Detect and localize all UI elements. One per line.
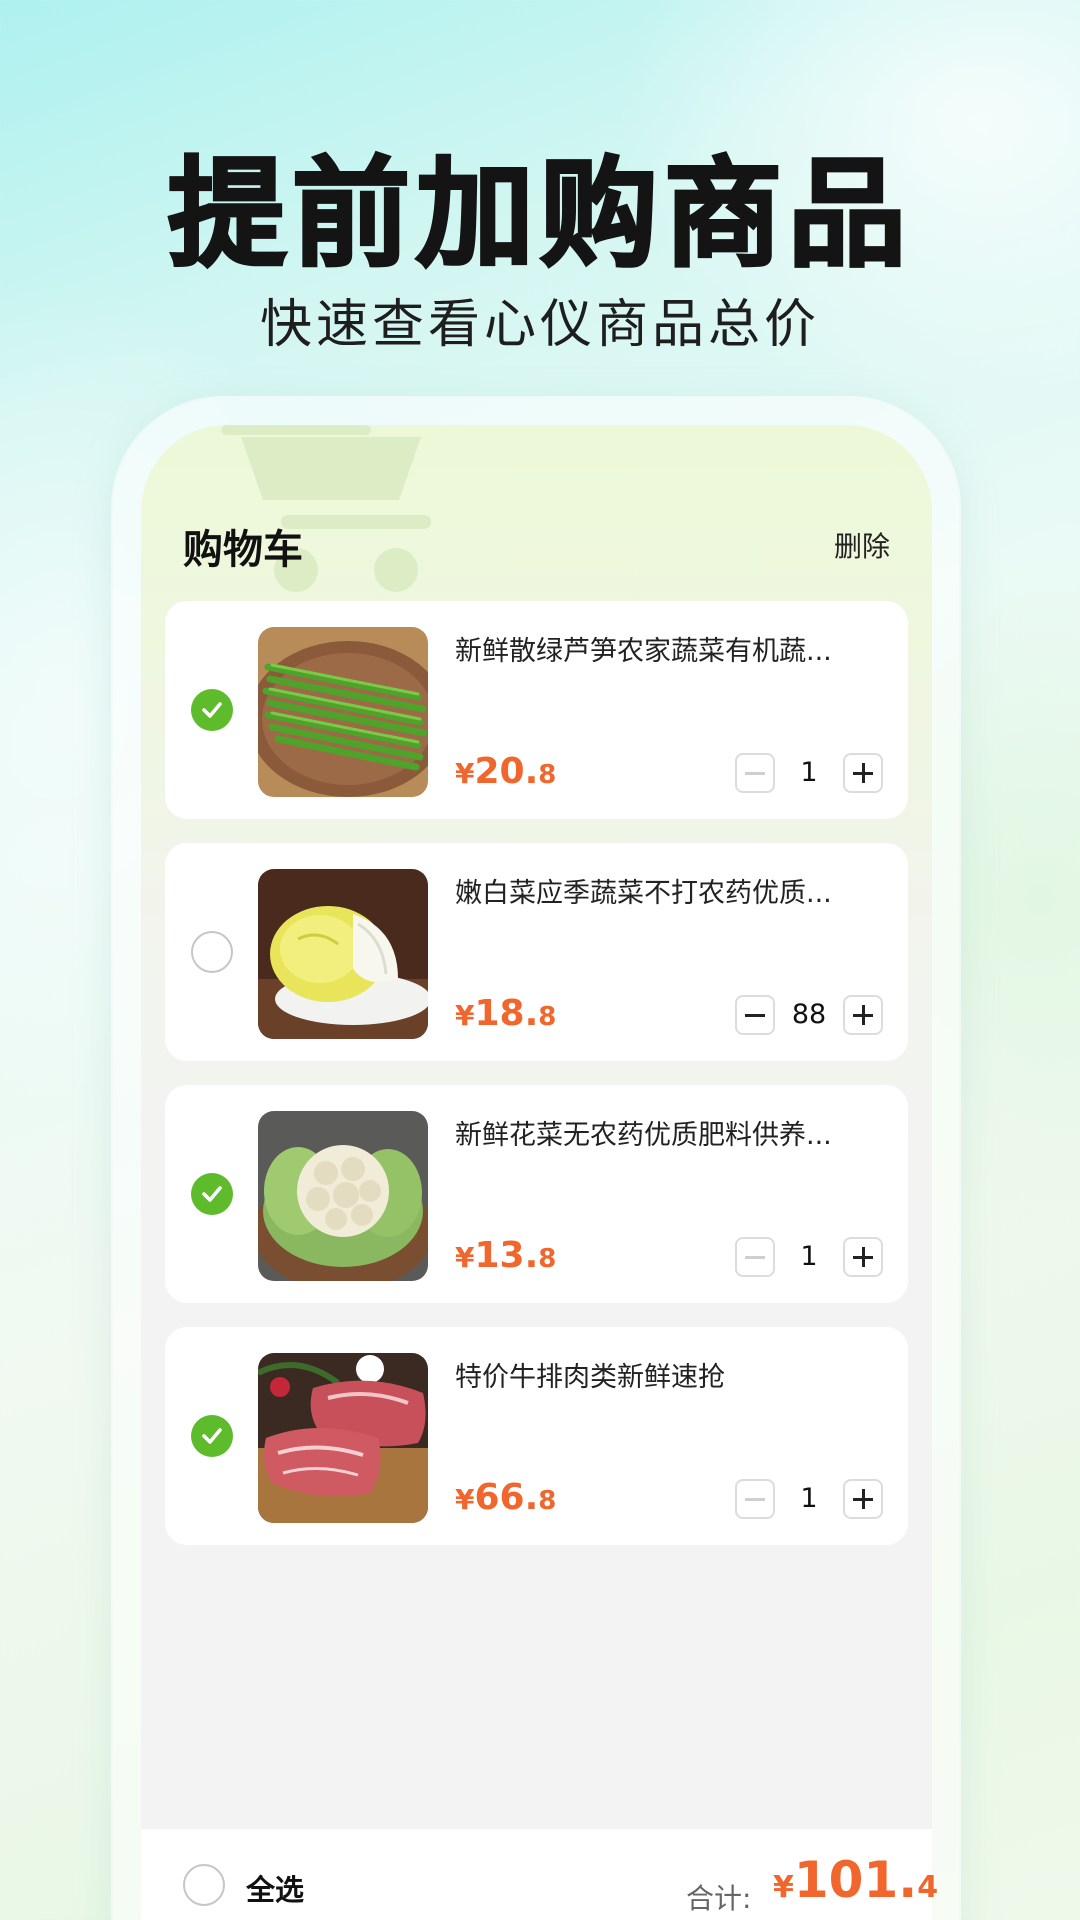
price-integer: 20. — [474, 751, 539, 792]
price-currency: ¥ — [455, 999, 475, 1032]
product-price: ¥20.8 — [455, 751, 556, 792]
product-image-asparagus[interactable] — [258, 627, 428, 797]
cart-watermark-icon — [221, 425, 431, 592]
price-decimal: 8 — [538, 1244, 557, 1274]
checkout-bar: 全选 合计: ¥101.4 — [141, 1829, 938, 1920]
minus-icon — [745, 1497, 765, 1501]
quantity-value[interactable]: 1 — [777, 1241, 841, 1272]
product-image-steak[interactable] — [258, 1353, 428, 1523]
checkmark-icon — [202, 1428, 222, 1444]
quantity-stepper: 88 — [735, 995, 883, 1035]
checkmark-icon — [202, 1186, 222, 1202]
price-integer: 13. — [474, 1235, 539, 1276]
cart-title: 购物车 — [183, 527, 303, 573]
product-name[interactable]: 新鲜花菜无农药优质肥料供养... — [455, 1113, 875, 1152]
checkmark-icon — [202, 702, 222, 718]
price-currency: ¥ — [455, 1483, 475, 1516]
product-price: ¥66.8 — [455, 1477, 556, 1518]
quantity-stepper: 1 — [735, 753, 883, 793]
quantity-value[interactable]: 88 — [777, 999, 841, 1030]
increase-button[interactable] — [843, 1237, 883, 1277]
product-image-napa-cabbage[interactable] — [258, 869, 428, 1039]
delete-button[interactable]: 删除 — [834, 525, 890, 565]
price-decimal: 8 — [538, 1486, 557, 1516]
increase-button[interactable] — [843, 753, 883, 793]
price-currency: ¥ — [455, 757, 475, 790]
promo-subline: 快速查看心仪商品总价 — [259, 295, 820, 355]
total-currency: ¥ — [773, 1870, 794, 1905]
item-checkbox-checked[interactable] — [191, 1415, 233, 1457]
quantity-stepper: 1 — [735, 1237, 883, 1277]
total-integer: 101. — [793, 1851, 918, 1909]
minus-icon — [745, 1013, 765, 1017]
decrease-button[interactable] — [735, 995, 775, 1035]
cart-item: 嫩白菜应季蔬菜不打农药优质... ¥18.8 88 — [165, 843, 908, 1061]
item-checkbox-checked[interactable] — [191, 1173, 233, 1215]
price-decimal: 8 — [538, 760, 557, 790]
total-decimal: 4 — [917, 1870, 939, 1905]
item-checkbox-checked[interactable] — [191, 689, 233, 731]
product-image-cauliflower[interactable] — [258, 1111, 428, 1281]
select-all-checkbox[interactable] — [183, 1864, 225, 1906]
minus-icon — [745, 1255, 765, 1259]
decrease-button[interactable] — [735, 1479, 775, 1519]
total-price: ¥101.4 — [773, 1851, 938, 1909]
product-name[interactable]: 特价牛排肉类新鲜速抢 — [455, 1355, 875, 1394]
increase-button[interactable] — [843, 1479, 883, 1519]
product-name[interactable]: 嫩白菜应季蔬菜不打农药优质... — [455, 871, 875, 910]
minus-icon — [745, 771, 765, 775]
item-checkbox-unchecked[interactable] — [191, 931, 233, 973]
quantity-value[interactable]: 1 — [777, 757, 841, 788]
quantity-value[interactable]: 1 — [777, 1483, 841, 1514]
increase-button[interactable] — [843, 995, 883, 1035]
price-integer: 66. — [474, 1477, 539, 1518]
cart-item: 新鲜散绿芦笋农家蔬菜有机蔬... ¥20.8 1 — [165, 601, 908, 819]
promo-headline: 提前加购商品 — [166, 144, 912, 285]
decrease-button[interactable] — [735, 1237, 775, 1277]
select-all-label[interactable]: 全选 — [246, 1867, 304, 1909]
product-price: ¥18.8 — [455, 993, 556, 1034]
price-currency: ¥ — [455, 1241, 475, 1274]
product-name[interactable]: 新鲜散绿芦笋农家蔬菜有机蔬... — [455, 629, 875, 668]
quantity-stepper: 1 — [735, 1479, 883, 1519]
price-decimal: 8 — [538, 1002, 557, 1032]
cart-screen: 购物车 删除 新鲜散绿芦笋农家蔬菜有机蔬... ¥20.8 1 嫩白菜应季蔬菜不… — [141, 425, 932, 1920]
total-label: 合计: — [686, 1882, 752, 1915]
product-price: ¥13.8 — [455, 1235, 556, 1276]
price-integer: 18. — [474, 993, 539, 1034]
decrease-button[interactable] — [735, 753, 775, 793]
cart-item: 特价牛排肉类新鲜速抢 ¥66.8 1 — [165, 1327, 908, 1545]
cart-item: 新鲜花菜无农药优质肥料供养... ¥13.8 1 — [165, 1085, 908, 1303]
